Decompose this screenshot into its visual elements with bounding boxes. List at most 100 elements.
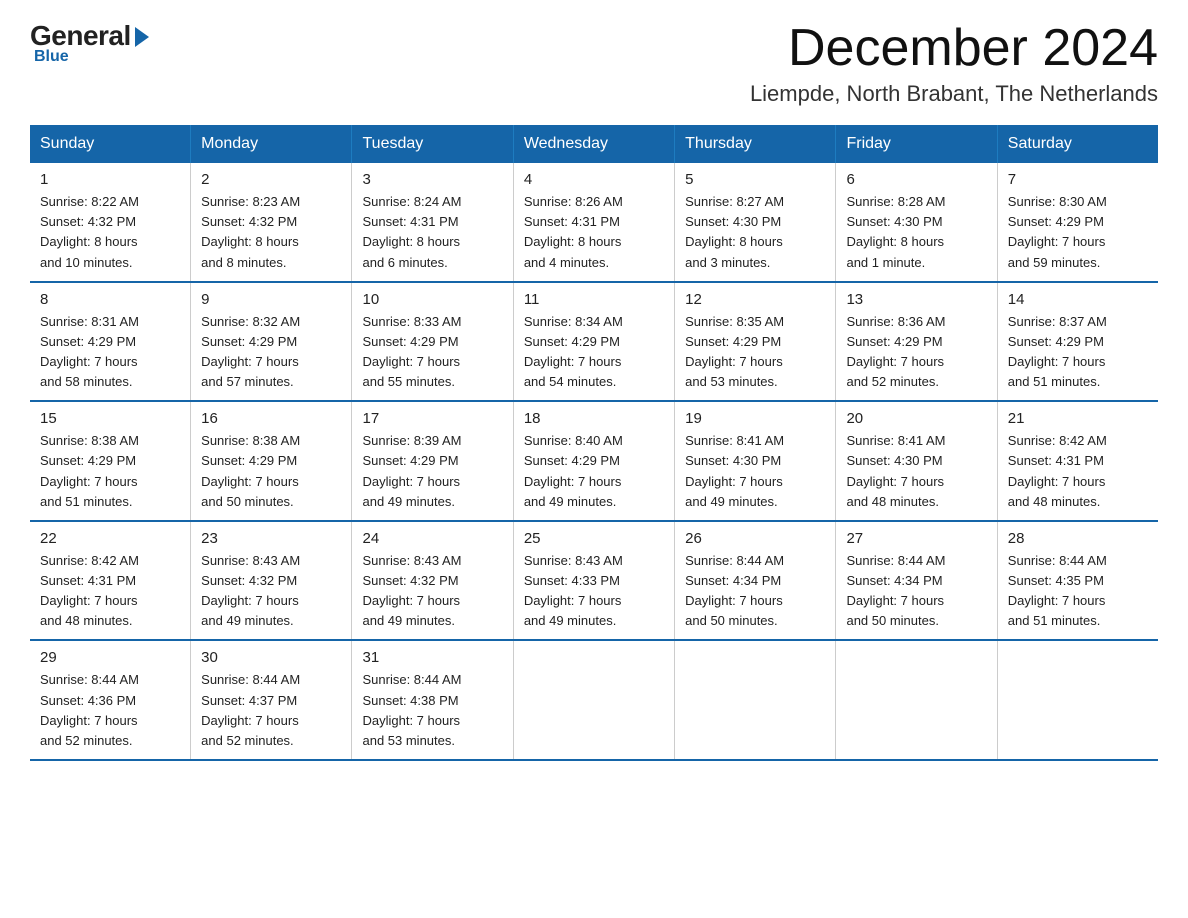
day-number: 8 [40,291,180,308]
day-number: 17 [362,410,502,427]
logo-arrow-icon [135,27,149,47]
page-header: General Blue December 2024 Liempde, Nort… [30,20,1158,107]
calendar-cell: 5 Sunrise: 8:27 AMSunset: 4:30 PMDaylight… [675,163,836,282]
calendar-week-row: 29 Sunrise: 8:44 AMSunset: 4:36 PMDayligh… [30,640,1158,760]
day-number: 2 [201,171,341,188]
day-info: Sunrise: 8:41 AMSunset: 4:30 PMDaylight:… [685,431,825,512]
day-info: Sunrise: 8:35 AMSunset: 4:29 PMDaylight:… [685,312,825,393]
day-number: 12 [685,291,825,308]
calendar-cell: 21Sunrise: 8:42 AMSunset: 4:31 PMDayligh… [997,401,1158,521]
calendar-cell: 18 Sunrise: 8:40 AMSunset: 4:29 PMDayligh… [513,401,674,521]
day-info: Sunrise: 8:24 AMSunset: 4:31 PMDaylight:… [362,192,502,273]
day-number: 14 [1008,291,1148,308]
day-number: 4 [524,171,664,188]
day-number: 19 [685,410,825,427]
day-info: Sunrise: 8:34 AMSunset: 4:29 PMDaylight:… [524,312,664,393]
calendar-cell: 24 Sunrise: 8:43 AMSunset: 4:32 PMDayligh… [352,521,513,641]
calendar-cell: 2 Sunrise: 8:23 AMSunset: 4:32 PMDaylight… [191,163,352,282]
day-info: Sunrise: 8:42 AMSunset: 4:31 PMDaylight:… [40,551,180,632]
title-section: December 2024 Liempde, North Brabant, Th… [750,20,1158,107]
calendar-cell: 22 Sunrise: 8:42 AMSunset: 4:31 PMDayligh… [30,521,191,641]
weekday-header-thursday: Thursday [675,125,836,163]
calendar-cell: 11 Sunrise: 8:34 AMSunset: 4:29 PMDayligh… [513,282,674,402]
day-info: Sunrise: 8:33 AMSunset: 4:29 PMDaylight:… [362,312,502,393]
calendar-cell: 17Sunrise: 8:39 AMSunset: 4:29 PMDayligh… [352,401,513,521]
day-info: Sunrise: 8:38 AMSunset: 4:29 PMDaylight:… [201,431,341,512]
day-number: 20 [846,410,986,427]
calendar-week-row: 22 Sunrise: 8:42 AMSunset: 4:31 PMDayligh… [30,521,1158,641]
weekday-header-wednesday: Wednesday [513,125,674,163]
calendar-cell: 16 Sunrise: 8:38 AMSunset: 4:29 PMDayligh… [191,401,352,521]
day-info: Sunrise: 8:40 AMSunset: 4:29 PMDaylight:… [524,431,664,512]
logo: General Blue [30,20,149,66]
day-number: 26 [685,530,825,547]
day-info: Sunrise: 8:42 AMSunset: 4:31 PMDaylight:… [1008,431,1148,512]
day-info: Sunrise: 8:37 AMSunset: 4:29 PMDaylight:… [1008,312,1148,393]
page-title: December 2024 [750,20,1158,77]
subtitle: Liempde, North Brabant, The Netherlands [750,81,1158,107]
day-number: 30 [201,649,341,666]
weekday-header-tuesday: Tuesday [352,125,513,163]
day-number: 10 [362,291,502,308]
calendar-cell: 7Sunrise: 8:30 AMSunset: 4:29 PMDaylight… [997,163,1158,282]
calendar-cell: 10 Sunrise: 8:33 AMSunset: 4:29 PMDayligh… [352,282,513,402]
day-number: 15 [40,410,180,427]
day-number: 16 [201,410,341,427]
calendar-cell [997,640,1158,760]
weekday-header-sunday: Sunday [30,125,191,163]
calendar-cell: 12 Sunrise: 8:35 AMSunset: 4:29 PMDayligh… [675,282,836,402]
calendar-cell: 9 Sunrise: 8:32 AMSunset: 4:29 PMDaylight… [191,282,352,402]
day-info: Sunrise: 8:27 AMSunset: 4:30 PMDaylight:… [685,192,825,273]
weekday-header-friday: Friday [836,125,997,163]
calendar-week-row: 8 Sunrise: 8:31 AMSunset: 4:29 PMDaylight… [30,282,1158,402]
calendar-cell: 30 Sunrise: 8:44 AMSunset: 4:37 PMDayligh… [191,640,352,760]
day-number: 6 [846,171,986,188]
day-number: 29 [40,649,180,666]
weekday-header-monday: Monday [191,125,352,163]
day-info: Sunrise: 8:43 AMSunset: 4:32 PMDaylight:… [362,551,502,632]
day-number: 1 [40,171,180,188]
calendar-cell: 20 Sunrise: 8:41 AMSunset: 4:30 PMDayligh… [836,401,997,521]
calendar-cell: 31Sunrise: 8:44 AMSunset: 4:38 PMDayligh… [352,640,513,760]
day-info: Sunrise: 8:36 AMSunset: 4:29 PMDaylight:… [846,312,986,393]
day-number: 13 [846,291,986,308]
calendar-cell: 19 Sunrise: 8:41 AMSunset: 4:30 PMDayligh… [675,401,836,521]
day-info: Sunrise: 8:31 AMSunset: 4:29 PMDaylight:… [40,312,180,393]
calendar-cell: 25Sunrise: 8:43 AMSunset: 4:33 PMDayligh… [513,521,674,641]
day-info: Sunrise: 8:44 AMSunset: 4:34 PMDaylight:… [846,551,986,632]
day-info: Sunrise: 8:43 AMSunset: 4:33 PMDaylight:… [524,551,664,632]
day-info: Sunrise: 8:44 AMSunset: 4:37 PMDaylight:… [201,670,341,751]
calendar-header-row: SundayMondayTuesdayWednesdayThursdayFrid… [30,125,1158,163]
day-number: 22 [40,530,180,547]
calendar-cell: 1 Sunrise: 8:22 AMSunset: 4:32 PMDaylight… [30,163,191,282]
day-number: 18 [524,410,664,427]
calendar-cell [513,640,674,760]
calendar-cell: 4Sunrise: 8:26 AMSunset: 4:31 PMDaylight… [513,163,674,282]
day-info: Sunrise: 8:44 AMSunset: 4:36 PMDaylight:… [40,670,180,751]
day-number: 28 [1008,530,1148,547]
calendar-week-row: 1 Sunrise: 8:22 AMSunset: 4:32 PMDaylight… [30,163,1158,282]
day-info: Sunrise: 8:44 AMSunset: 4:35 PMDaylight:… [1008,551,1148,632]
calendar-cell: 3Sunrise: 8:24 AMSunset: 4:31 PMDaylight… [352,163,513,282]
logo-blue-text: Blue [34,48,69,66]
day-info: Sunrise: 8:23 AMSunset: 4:32 PMDaylight:… [201,192,341,273]
day-number: 5 [685,171,825,188]
day-info: Sunrise: 8:38 AMSunset: 4:29 PMDaylight:… [40,431,180,512]
day-info: Sunrise: 8:44 AMSunset: 4:38 PMDaylight:… [362,670,502,751]
day-number: 9 [201,291,341,308]
calendar-cell: 27 Sunrise: 8:44 AMSunset: 4:34 PMDayligh… [836,521,997,641]
calendar-cell: 23Sunrise: 8:43 AMSunset: 4:32 PMDayligh… [191,521,352,641]
day-number: 24 [362,530,502,547]
calendar-table: SundayMondayTuesdayWednesdayThursdayFrid… [30,125,1158,761]
calendar-cell [675,640,836,760]
day-info: Sunrise: 8:44 AMSunset: 4:34 PMDaylight:… [685,551,825,632]
calendar-cell: 13 Sunrise: 8:36 AMSunset: 4:29 PMDayligh… [836,282,997,402]
day-info: Sunrise: 8:32 AMSunset: 4:29 PMDaylight:… [201,312,341,393]
day-number: 11 [524,291,664,308]
day-number: 7 [1008,171,1148,188]
day-info: Sunrise: 8:43 AMSunset: 4:32 PMDaylight:… [201,551,341,632]
day-info: Sunrise: 8:22 AMSunset: 4:32 PMDaylight:… [40,192,180,273]
day-number: 27 [846,530,986,547]
day-info: Sunrise: 8:41 AMSunset: 4:30 PMDaylight:… [846,431,986,512]
calendar-cell: 6Sunrise: 8:28 AMSunset: 4:30 PMDaylight… [836,163,997,282]
